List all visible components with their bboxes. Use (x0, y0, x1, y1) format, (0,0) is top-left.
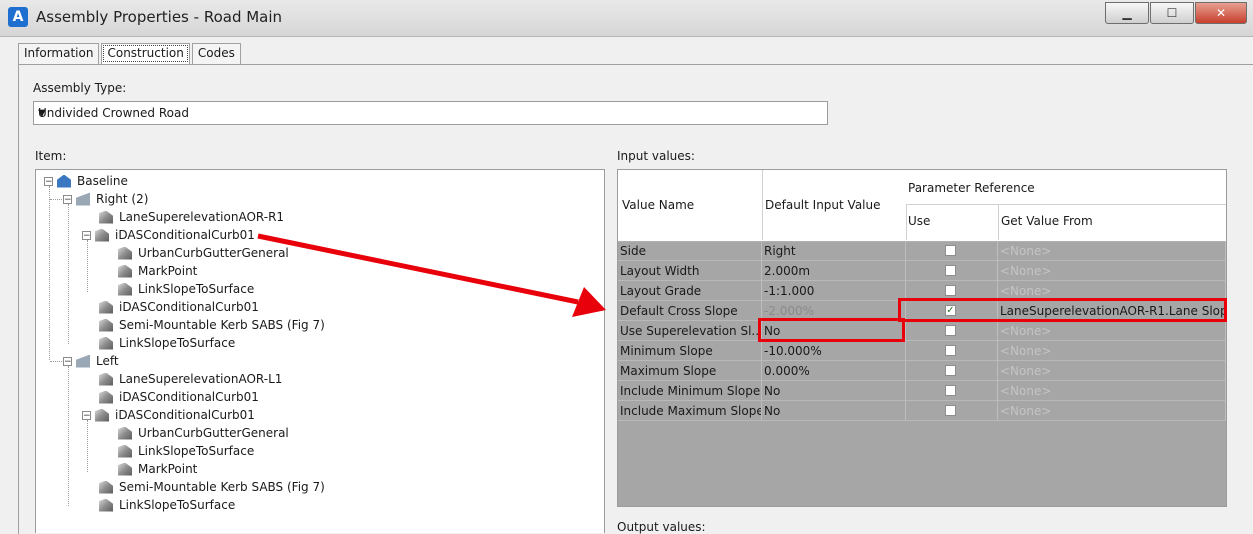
annotation-arrow (257, 233, 606, 317)
